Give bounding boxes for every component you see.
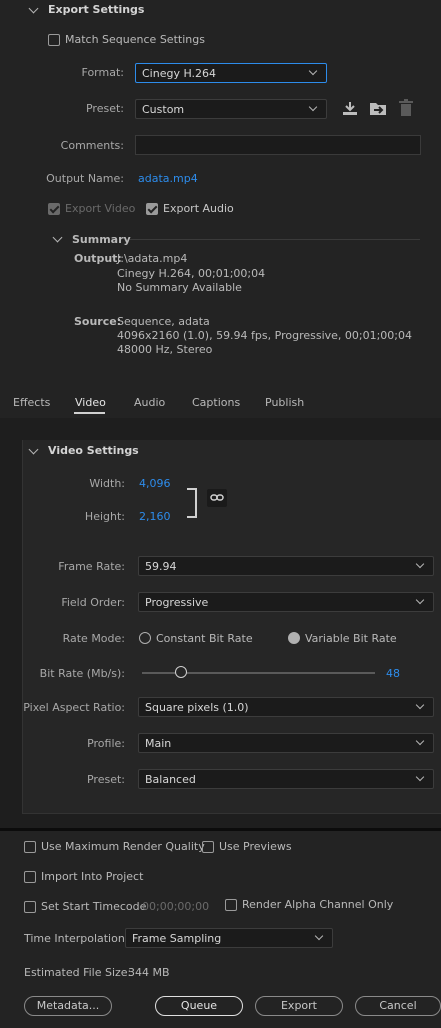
- export-audio-checkbox[interactable]: [146, 203, 158, 215]
- video-preset-dropdown[interactable]: Balanced: [138, 769, 434, 789]
- summary-output-label: Output:: [74, 252, 122, 265]
- tab-video-underline: [74, 412, 105, 414]
- set-start-timecode-label: Set Start Timecode: [41, 900, 147, 913]
- tab-video[interactable]: Video: [75, 396, 106, 409]
- export-settings-header[interactable]: Export Settings: [48, 3, 144, 16]
- profile-value: Main: [145, 737, 172, 750]
- export-audio-label: Export Audio: [163, 202, 234, 215]
- chevron-down-icon: [415, 595, 425, 605]
- preset-dropdown[interactable]: Custom: [135, 99, 327, 119]
- use-previews-label: Use Previews: [219, 840, 292, 853]
- video-preset-value: Balanced: [145, 773, 196, 786]
- pixel-aspect-label: Pixel Aspect Ratio:: [23, 701, 125, 714]
- metadata-button[interactable]: Metadata...: [24, 996, 112, 1016]
- output-name-link[interactable]: adata.mp4: [138, 172, 198, 185]
- width-value[interactable]: 4,096: [139, 477, 171, 490]
- summary-source-line-3: 48000 Hz, Stereo: [117, 343, 213, 356]
- video-settings-box: [22, 440, 441, 814]
- link-icon[interactable]: [207, 489, 227, 507]
- comments-label: Comments:: [60, 139, 124, 152]
- height-value[interactable]: 2,160: [139, 510, 171, 523]
- bit-rate-slider-handle[interactable]: [175, 666, 187, 678]
- height-label: Height:: [84, 510, 125, 523]
- frame-rate-value: 59.94: [145, 560, 177, 573]
- import-preset-icon[interactable]: [369, 100, 387, 116]
- video-preset-label: Preset:: [86, 773, 125, 786]
- summary-header[interactable]: Summary: [72, 233, 131, 246]
- tab-captions[interactable]: Captions: [192, 396, 240, 409]
- start-timecode-value: 00;00;00;00: [142, 900, 210, 913]
- tab-publish[interactable]: Publish: [265, 396, 304, 409]
- chevron-down-icon: [415, 736, 425, 746]
- bit-rate-value[interactable]: 48: [386, 667, 400, 680]
- summary-divider: [130, 239, 420, 240]
- summary-output-line-3: No Summary Available: [117, 281, 242, 294]
- import-into-project-checkbox[interactable]: [24, 871, 36, 883]
- field-order-label: Field Order:: [61, 596, 125, 609]
- field-order-dropdown[interactable]: Progressive: [138, 592, 434, 612]
- width-label: Width:: [89, 477, 125, 490]
- chevron-down-icon: [314, 931, 324, 941]
- field-order-value: Progressive: [145, 596, 209, 609]
- max-render-quality-label: Use Maximum Render Quality: [41, 840, 205, 853]
- constant-bit-rate-label: Constant Bit Rate: [156, 632, 253, 645]
- delete-preset-icon[interactable]: [399, 99, 413, 116]
- comments-field[interactable]: [135, 135, 421, 155]
- pixel-aspect-dropdown[interactable]: Square pixels (1.0): [138, 697, 434, 717]
- render-alpha-checkbox[interactable]: [225, 899, 237, 911]
- chevron-down-icon: [415, 559, 425, 569]
- chevron-down-icon: [308, 102, 318, 112]
- summary-source-line-2: 4096x2160 (1.0), 59.94 fps, Progressive,…: [117, 329, 413, 342]
- pixel-aspect-value: Square pixels (1.0): [145, 701, 249, 714]
- queue-button[interactable]: Queue: [155, 996, 243, 1016]
- time-interpolation-value: Frame Sampling: [132, 932, 222, 945]
- profile-label: Profile:: [87, 737, 125, 750]
- time-interpolation-label: Time Interpolation:: [24, 932, 129, 945]
- frame-rate-label: Frame Rate:: [58, 560, 125, 573]
- summary-source-line-1: Sequence, adata: [117, 315, 210, 328]
- rate-mode-label: Rate Mode:: [62, 632, 125, 645]
- export-video-label: Export Video: [65, 202, 136, 215]
- output-name-label: Output Name:: [46, 172, 124, 185]
- summary-output-line-2: Cinegy H.264, 00;01;00;04: [117, 267, 266, 280]
- max-render-quality-checkbox[interactable]: [24, 841, 36, 853]
- summary-output-line-1: J:\adata.mp4: [117, 252, 188, 265]
- format-value: Cinegy H.264: [142, 67, 217, 80]
- chevron-down-icon: [415, 700, 425, 710]
- preset-value: Custom: [142, 103, 185, 116]
- video-settings-header[interactable]: Video Settings: [48, 444, 139, 457]
- variable-bit-rate-label: Variable Bit Rate: [305, 632, 397, 645]
- summary-source-label: Source:: [74, 315, 122, 328]
- export-video-checkbox[interactable]: [48, 203, 60, 215]
- estimated-file-size-label: Estimated File Size:: [24, 966, 132, 979]
- export-button[interactable]: Export: [255, 996, 343, 1016]
- dimension-bracket: [187, 488, 197, 518]
- format-label: Format:: [81, 66, 124, 79]
- chevron-down-icon: [308, 66, 318, 76]
- cancel-button[interactable]: Cancel: [355, 996, 441, 1016]
- match-sequence-label: Match Sequence Settings: [65, 33, 205, 46]
- frame-rate-dropdown[interactable]: 59.94: [138, 556, 434, 576]
- preset-label: Preset:: [85, 102, 124, 115]
- constant-bit-rate-radio[interactable]: [139, 632, 151, 644]
- time-interpolation-dropdown[interactable]: Frame Sampling: [125, 928, 333, 948]
- chevron-down-icon: [415, 772, 425, 782]
- set-start-timecode-checkbox[interactable]: [24, 901, 36, 913]
- estimated-file-size-value: 344 MB: [128, 966, 170, 979]
- render-alpha-label: Render Alpha Channel Only: [242, 898, 394, 911]
- variable-bit-rate-radio[interactable]: [288, 632, 300, 644]
- format-dropdown[interactable]: Cinegy H.264: [135, 63, 327, 83]
- tab-audio[interactable]: Audio: [134, 396, 165, 409]
- bit-rate-label: Bit Rate (Mb/s):: [39, 667, 125, 680]
- match-sequence-checkbox[interactable]: [48, 34, 60, 46]
- tab-effects[interactable]: Effects: [13, 396, 50, 409]
- use-previews-checkbox[interactable]: [202, 841, 214, 853]
- import-into-project-label: Import Into Project: [41, 870, 144, 883]
- profile-dropdown[interactable]: Main: [138, 733, 434, 753]
- save-preset-icon[interactable]: [342, 100, 358, 116]
